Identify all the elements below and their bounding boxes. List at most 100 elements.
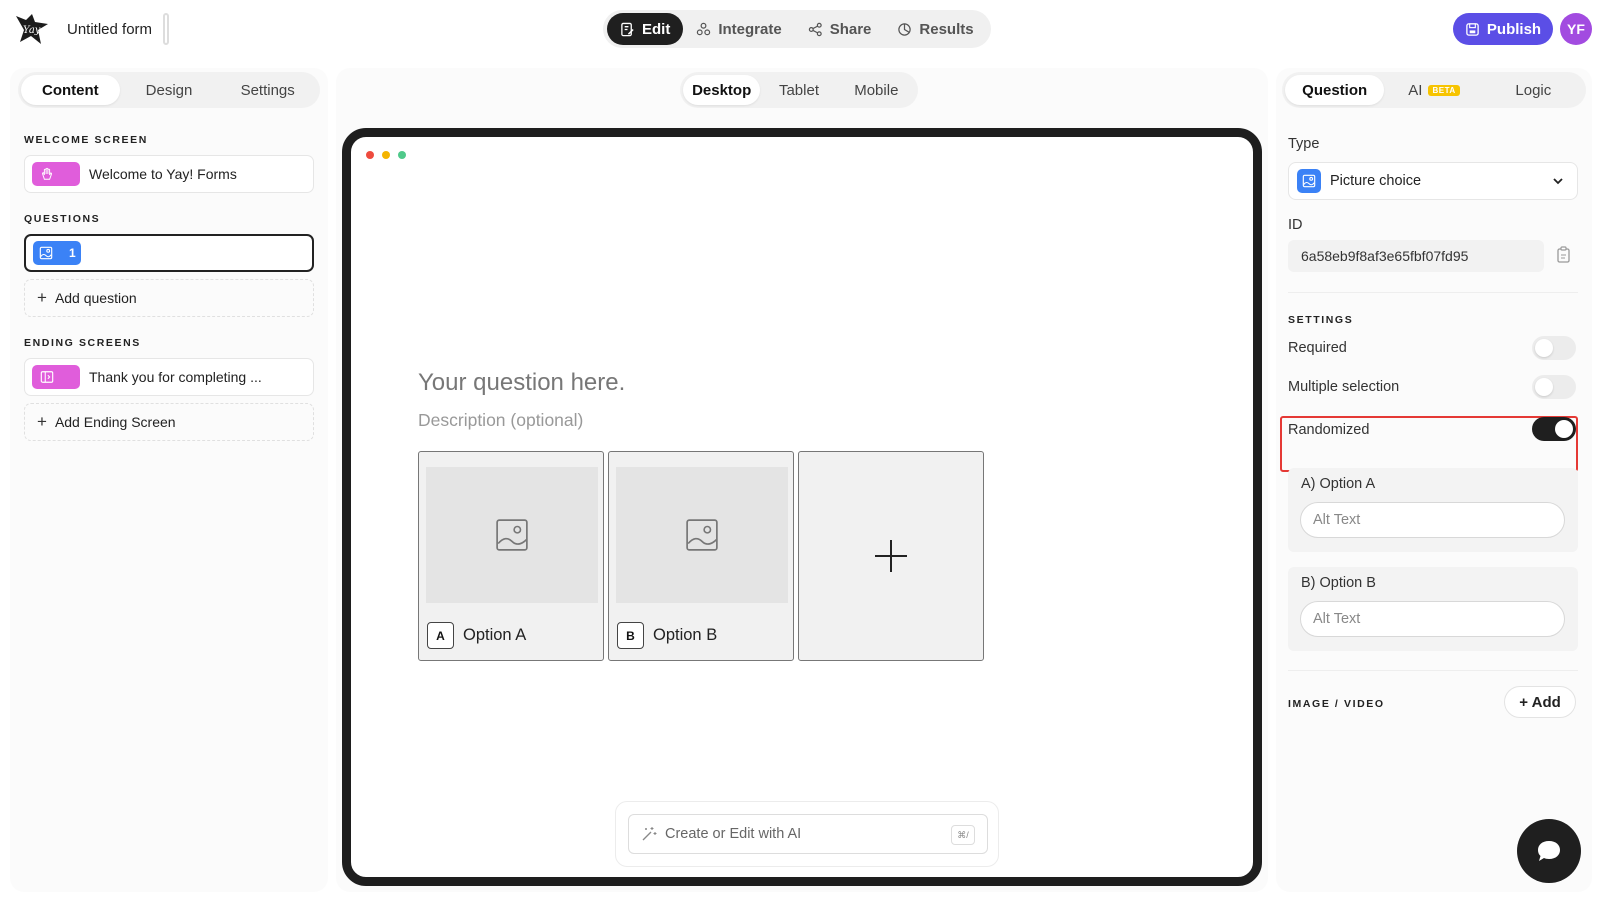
option-b-alt-block: B) Option B Alt Text xyxy=(1288,567,1578,651)
add-media-button[interactable]: + Add xyxy=(1504,686,1576,718)
mode-integrate-label: Integrate xyxy=(718,20,782,38)
required-toggle[interactable] xyxy=(1532,336,1576,360)
question-number: 1 xyxy=(69,246,76,260)
form-title[interactable]: Untitled form xyxy=(67,21,152,38)
mode-edit-label: Edit xyxy=(642,20,671,38)
copy-icon[interactable] xyxy=(1556,246,1572,264)
ai-prompt-placeholder: Create or Edit with AI xyxy=(665,826,802,842)
randomized-label: Randomized xyxy=(1288,422,1370,438)
ai-prompt-box: Create or Edit with AI ⌘/ xyxy=(615,801,999,867)
ending-item-label: Thank you for completing ... xyxy=(89,369,262,385)
required-label: Required xyxy=(1288,340,1347,356)
title-edit-handle[interactable] xyxy=(163,13,169,45)
publish-icon xyxy=(1466,22,1479,36)
hand-wave-icon xyxy=(32,162,80,186)
option-a-alt-block: A) Option A Alt Text xyxy=(1288,468,1578,552)
tab-desktop[interactable]: Desktop xyxy=(683,75,761,105)
svg-text:Yay: Yay xyxy=(23,25,41,36)
mode-switcher: Edit Integrate Share Results xyxy=(603,10,991,48)
picture-choice-icon: 1 xyxy=(33,241,81,265)
ai-shortcut-hint: ⌘/ xyxy=(951,825,975,845)
mode-edit-button[interactable]: Edit xyxy=(607,13,684,45)
divider xyxy=(1288,292,1578,293)
plus-icon: + xyxy=(37,288,47,307)
option-key: B xyxy=(617,622,644,649)
integrate-icon xyxy=(697,22,711,35)
add-question-label: Add question xyxy=(54,290,137,306)
tab-ai-label: AI xyxy=(1408,81,1423,99)
tab-mobile[interactable]: Mobile xyxy=(838,75,915,105)
mode-share-label: Share xyxy=(829,20,872,38)
user-avatar[interactable]: YF xyxy=(1560,13,1592,45)
add-question-button[interactable]: + Add question xyxy=(24,279,314,317)
type-label: Type xyxy=(1288,136,1320,152)
results-icon xyxy=(898,22,912,36)
welcome-screen-item[interactable]: Welcome to Yay! Forms xyxy=(24,155,314,193)
mode-share-button[interactable]: Share xyxy=(795,13,885,45)
option-key: A xyxy=(427,622,454,649)
left-panel: Content Design Settings WELCOME SCREEN W… xyxy=(10,68,328,892)
beta-badge: BETA xyxy=(1428,84,1460,96)
tab-ai[interactable]: AI BETA xyxy=(1384,75,1483,105)
publish-label: Publish xyxy=(1486,20,1542,38)
question-id-field[interactable]: 6a58eb9f8af3e65fbf07fd95 xyxy=(1288,240,1544,272)
option-b-alt-text-input[interactable]: Alt Text xyxy=(1300,601,1565,637)
device-tabs: Desktop Tablet Mobile xyxy=(680,72,918,108)
multiple-selection-toggle[interactable] xyxy=(1532,375,1576,399)
share-icon xyxy=(808,22,822,36)
welcome-screen-heading: WELCOME SCREEN xyxy=(24,134,148,146)
plus-icon xyxy=(875,540,907,572)
edit-icon xyxy=(621,22,634,36)
tab-logic[interactable]: Logic xyxy=(1484,75,1583,105)
option-a-title: A) Option A xyxy=(1301,476,1376,492)
question-item-1[interactable]: 1 xyxy=(24,234,314,272)
picture-choice-icon xyxy=(1297,169,1321,193)
tab-tablet[interactable]: Tablet xyxy=(760,75,837,105)
chat-bubble-icon xyxy=(1538,841,1560,861)
right-tabs: Question AI BETA Logic xyxy=(1282,72,1586,108)
option-label[interactable]: Option A xyxy=(463,626,526,645)
add-option-card[interactable] xyxy=(798,451,984,661)
properties-panel: Question AI BETA Logic Type Picture choi… xyxy=(1276,68,1592,892)
question-type-select[interactable]: Picture choice xyxy=(1288,162,1578,200)
tab-settings[interactable]: Settings xyxy=(218,75,317,105)
yay-forms-logo-icon[interactable]: Yay xyxy=(14,12,50,46)
preview-panel: Desktop Tablet Mobile Your question here… xyxy=(336,68,1268,892)
multiple-selection-label: Multiple selection xyxy=(1288,379,1400,395)
settings-heading: SETTINGS xyxy=(1288,314,1354,326)
question-type-value: Picture choice xyxy=(1330,173,1422,189)
chevron-down-icon xyxy=(1553,178,1563,185)
randomized-toggle[interactable] xyxy=(1532,417,1576,441)
chat-support-button[interactable] xyxy=(1517,819,1581,883)
questions-heading: QUESTIONS xyxy=(24,213,101,225)
mode-integrate-button[interactable]: Integrate xyxy=(683,13,794,45)
window-dots xyxy=(366,151,406,159)
mode-results-label: Results xyxy=(919,20,974,38)
device-frame: Your question here. Description (optiona… xyxy=(342,128,1262,886)
option-label[interactable]: Option B xyxy=(653,626,717,645)
tab-content[interactable]: Content xyxy=(21,75,120,105)
plus-icon: + xyxy=(37,412,47,431)
add-ending-screen-button[interactable]: + Add Ending Screen xyxy=(24,403,314,441)
ending-screen-item[interactable]: Thank you for completing ... xyxy=(24,358,314,396)
tab-design[interactable]: Design xyxy=(120,75,219,105)
mode-results-button[interactable]: Results xyxy=(884,13,986,45)
image-placeholder-icon[interactable] xyxy=(426,467,598,603)
id-label: ID xyxy=(1288,217,1303,233)
option-a-alt-text-input[interactable]: Alt Text xyxy=(1300,502,1565,538)
ending-screens-heading: ENDING SCREENS xyxy=(24,337,141,349)
image-placeholder-icon[interactable] xyxy=(616,467,788,603)
question-title-field[interactable]: Your question here. xyxy=(418,369,625,397)
option-card-b[interactable]: B Option B xyxy=(608,451,794,661)
divider xyxy=(1288,670,1578,671)
red-dot-icon xyxy=(366,151,374,159)
ai-prompt-input[interactable]: Create or Edit with AI ⌘/ xyxy=(628,814,988,854)
magic-wand-icon xyxy=(642,827,657,841)
tab-question[interactable]: Question xyxy=(1285,75,1385,105)
ending-screen-icon xyxy=(32,365,80,389)
publish-button[interactable]: Publish xyxy=(1453,13,1553,45)
option-card-a[interactable]: A Option A xyxy=(418,451,604,661)
image-video-heading: IMAGE / VIDEO xyxy=(1288,698,1385,710)
welcome-item-label: Welcome to Yay! Forms xyxy=(89,166,237,182)
question-description-field[interactable]: Description (optional) xyxy=(418,410,583,431)
